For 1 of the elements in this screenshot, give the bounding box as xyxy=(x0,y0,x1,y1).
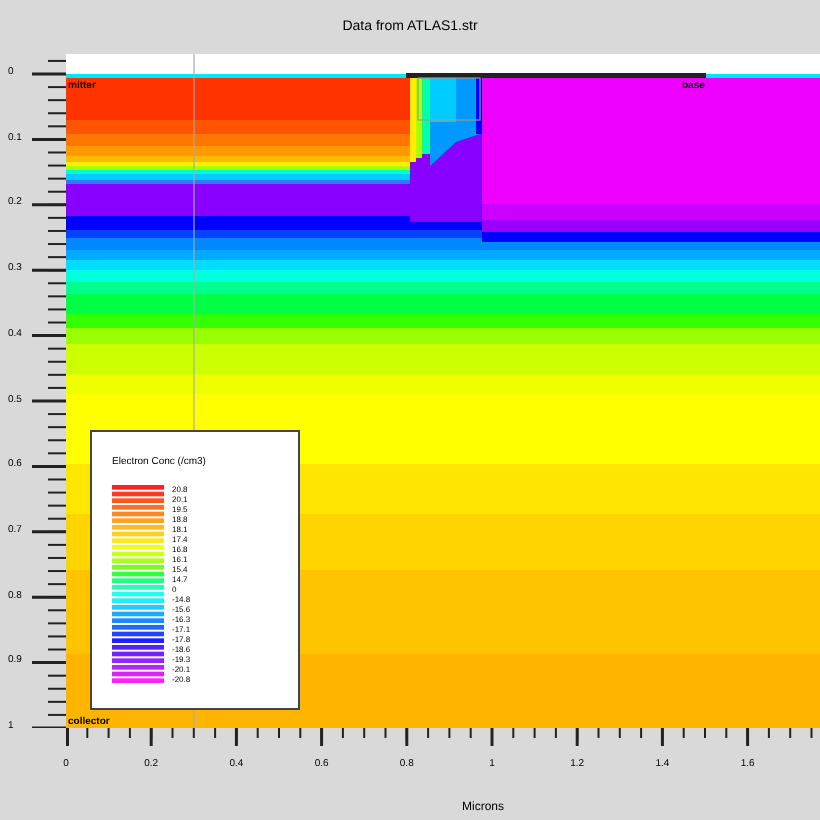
region-outline xyxy=(417,77,481,121)
